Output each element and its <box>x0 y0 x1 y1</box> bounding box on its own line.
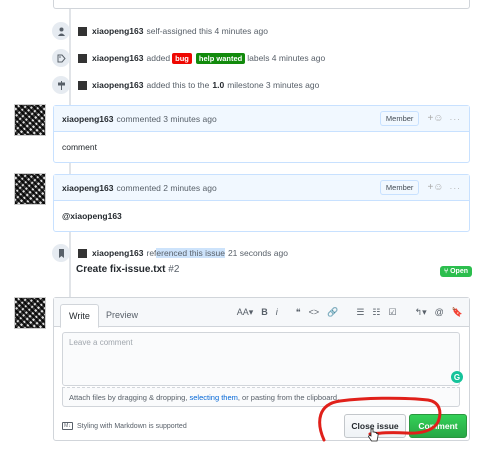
event-self-assigned: xiaopeng163 self-assigned this 4 minutes… <box>52 22 268 40</box>
comment-textarea[interactable]: Leave a comment <box>62 332 460 386</box>
cross-reference-event: xiaopeng163 ref erenced this issue 21 seco… <box>52 244 472 280</box>
person-icon <box>52 22 70 40</box>
member-badge: Member <box>379 180 420 195</box>
comment-header: xiaopeng163 commented 3 minutes ago Memb… <box>54 106 469 132</box>
reference-text-highlighted: erenced this issue <box>156 248 225 258</box>
reference-user[interactable]: xiaopeng163 <box>92 248 144 258</box>
quote-icon[interactable]: ❝ <box>296 307 301 318</box>
avatar[interactable] <box>14 104 46 136</box>
comment-2: xiaopeng163 commented 2 minutes ago Memb… <box>53 174 470 232</box>
event-labels-added: xiaopeng163 added bug help wanted labels… <box>52 49 325 67</box>
comment-author[interactable]: xiaopeng163 <box>62 183 114 193</box>
label-help-wanted[interactable]: help wanted <box>195 52 246 64</box>
reference-line: xiaopeng163 ref erenced this issue 21 seco… <box>52 244 288 262</box>
task-list-icon[interactable]: ☑ <box>389 307 397 318</box>
hand-cursor-icon <box>368 428 379 442</box>
open-state-label: Open <box>450 268 468 275</box>
markdown-icon: M↓ <box>62 422 73 430</box>
code-icon[interactable]: <> <box>309 307 320 318</box>
select-files-link[interactable]: selecting them <box>190 393 238 402</box>
italic-icon[interactable]: i <box>276 307 278 318</box>
more-options-icon[interactable]: ··· <box>450 183 462 193</box>
saved-reply-icon[interactable]: 🔖 <box>452 307 463 318</box>
tag-icon <box>52 49 70 67</box>
reference-title[interactable]: Create fix-issue.txt <box>76 264 165 275</box>
annotation-scribble <box>318 396 442 442</box>
reference-title-row: Create fix-issue.txt #2 <box>76 264 179 275</box>
reference-text: ref <box>146 248 157 258</box>
comment-author[interactable]: xiaopeng163 <box>62 114 114 124</box>
open-state-badge: ⑂ Open <box>439 266 472 277</box>
tab-write[interactable]: Write <box>60 304 99 328</box>
avatar[interactable] <box>78 26 87 36</box>
markdown-toolbar: AA▾ B i ❝ <> 🔗 ☰ ☷ ☑ ↰▾ @ 🔖 <box>237 307 463 318</box>
comment-meta[interactable]: commented 2 minutes ago <box>117 183 217 193</box>
comment-body: @xiaopeng163 <box>62 211 122 221</box>
numbered-list-icon[interactable]: ☷ <box>372 307 380 318</box>
milestone-link[interactable]: 1.0 <box>212 80 224 90</box>
event-user[interactable]: xiaopeng163 <box>92 26 144 36</box>
mention-icon[interactable]: @ <box>435 307 444 318</box>
reference-time: 21 seconds ago <box>227 248 288 258</box>
comment-body: comment <box>62 142 97 152</box>
milestone-icon <box>52 76 70 94</box>
event-user[interactable]: xiaopeng163 <box>92 53 144 63</box>
event-user[interactable]: xiaopeng163 <box>92 80 144 90</box>
event-text: added <box>146 53 171 63</box>
avatar[interactable] <box>78 248 87 258</box>
tab-preview[interactable]: Preview <box>98 304 146 326</box>
avatar[interactable] <box>78 80 87 90</box>
markdown-note[interactable]: M↓ Styling with Markdown is supported <box>62 422 187 430</box>
event-milestone-added: xiaopeng163 added this to the 1.0 milest… <box>52 76 319 94</box>
comment-meta[interactable]: commented 3 minutes ago <box>117 114 217 124</box>
event-text: self-assigned this 4 minutes ago <box>146 26 268 36</box>
label-bug[interactable]: bug <box>172 52 192 64</box>
event-text: milestone 3 minutes ago <box>227 80 320 90</box>
pull-request-icon: ⑂ <box>443 268 449 275</box>
avatar[interactable] <box>78 53 87 63</box>
avatar[interactable] <box>14 173 46 205</box>
comment-1: xiaopeng163 commented 3 minutes ago Memb… <box>53 105 470 163</box>
member-badge: Member <box>379 111 420 126</box>
reference-number[interactable]: #2 <box>168 264 179 275</box>
event-text: labels 4 minutes ago <box>247 53 326 63</box>
grammarly-icon[interactable]: G <box>451 371 463 383</box>
more-options-icon[interactable]: ··· <box>450 114 462 124</box>
markdown-note-text: Styling with Markdown is supported <box>77 422 187 430</box>
add-reaction-icon[interactable]: +☺ <box>427 113 443 124</box>
header-text-icon[interactable]: AA▾ <box>237 307 254 318</box>
bulleted-list-icon[interactable]: ☰ <box>356 307 364 318</box>
attach-text: Attach files by dragging & dropping, <box>69 393 188 402</box>
add-reaction-icon[interactable]: +☺ <box>427 182 443 193</box>
previous-comment-box <box>53 0 470 9</box>
editor-tabs: Write Preview AA▾ B i ❝ <> 🔗 ☰ ☷ ☑ ↰▾ @ … <box>54 298 469 328</box>
reply-icon[interactable]: ↰▾ <box>415 307 427 318</box>
bold-icon[interactable]: B <box>261 307 268 318</box>
bookmark-icon <box>52 244 70 262</box>
avatar[interactable] <box>14 297 46 329</box>
link-icon[interactable]: 🔗 <box>327 307 338 318</box>
comment-header: xiaopeng163 commented 2 minutes ago Memb… <box>54 175 469 201</box>
event-text: added this to the <box>146 80 210 90</box>
